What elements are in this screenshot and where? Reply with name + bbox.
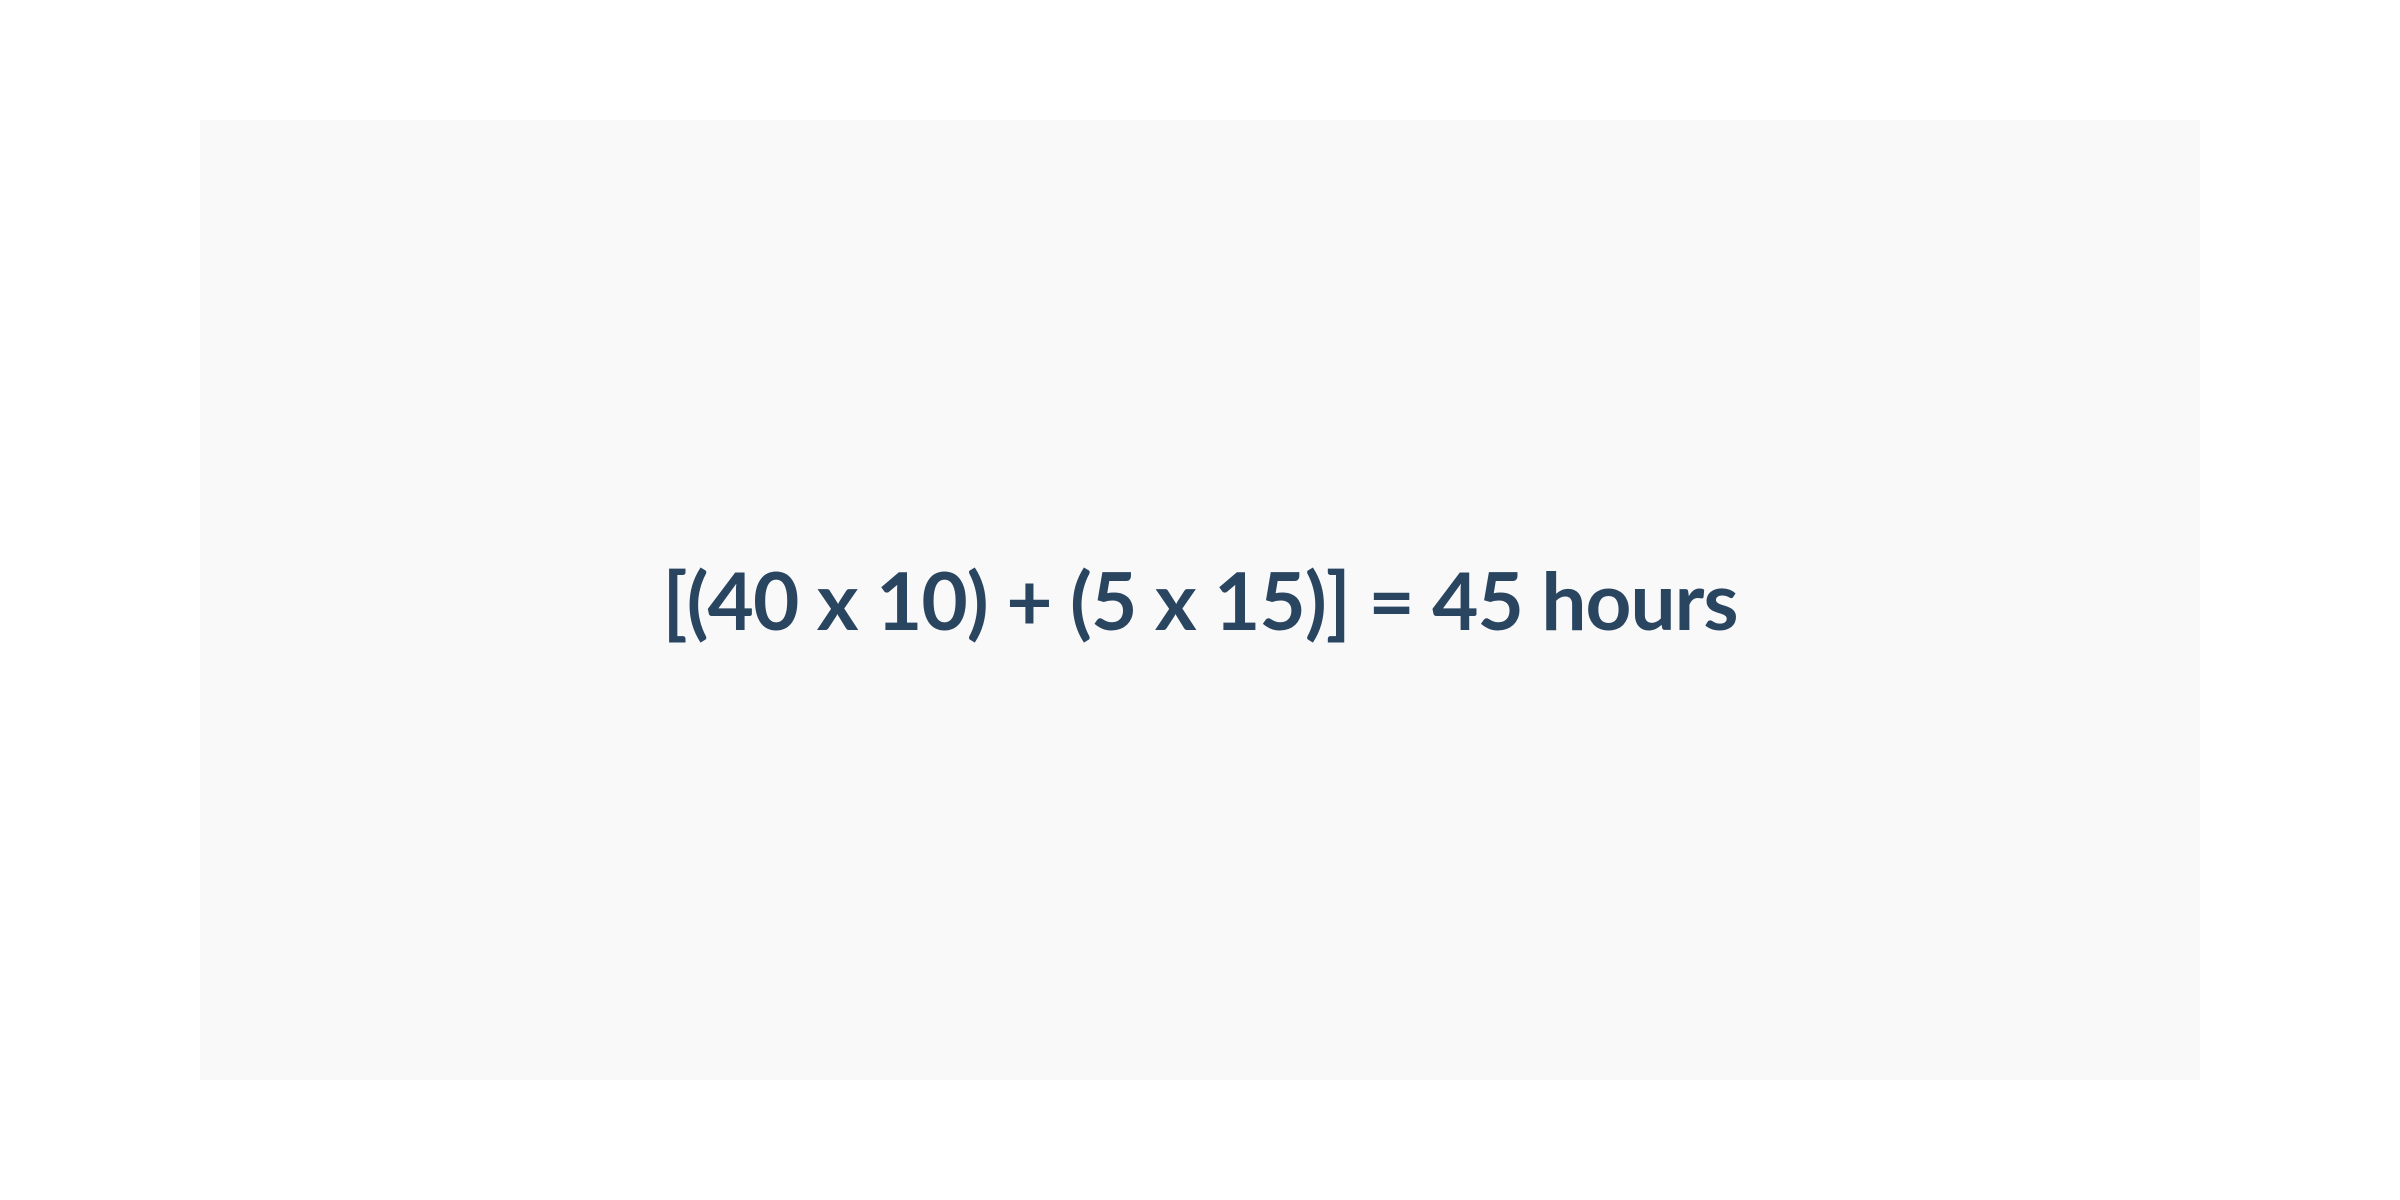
diagram-panel: [(40 x 10) + (5 x 15)] = 45 hours: [200, 120, 2200, 1080]
formula-container: [(40 x 10) + (5 x 15)] = 45 hours: [663, 552, 1738, 648]
formula-text: [(40 x 10) + (5 x 15)] = 45 hours: [663, 552, 1738, 648]
